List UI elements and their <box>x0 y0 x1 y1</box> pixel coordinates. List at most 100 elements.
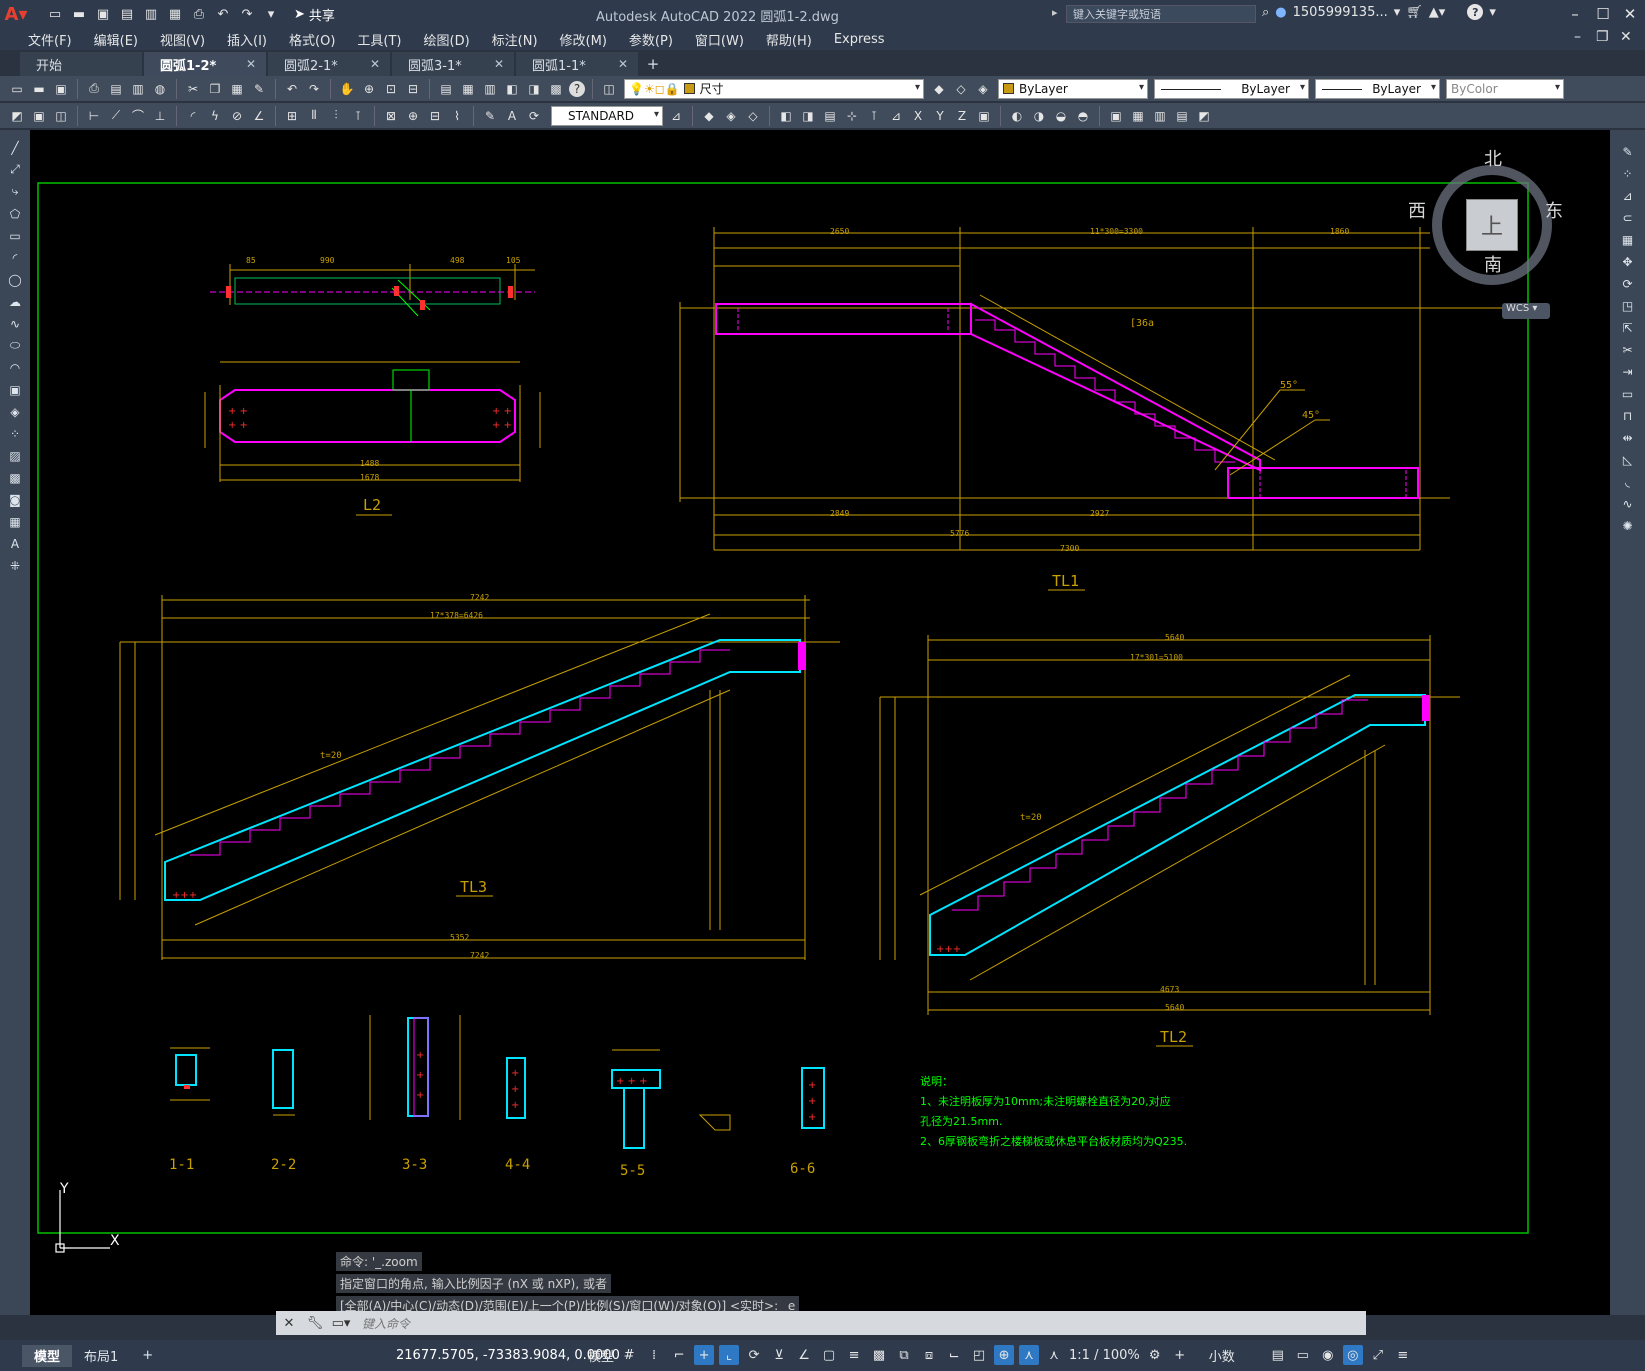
zoom-window-icon[interactable]: ⊡ <box>382 80 400 98</box>
erase-icon[interactable]: ✎ <box>1618 142 1638 161</box>
move-icon[interactable]: ✥ <box>1618 252 1638 271</box>
search-expand-icon[interactable]: ▸ <box>1052 6 1058 19</box>
customize-command-icon[interactable]: 🔧︎ <box>302 1316 328 1331</box>
insert-block-icon[interactable]: ▣ <box>5 380 25 399</box>
render-icon[interactable]: ◑ <box>1030 107 1048 125</box>
region-icon[interactable]: ◙ <box>5 490 25 509</box>
dimtedit-icon[interactable]: A <box>503 107 521 125</box>
radius-dim-icon[interactable]: ◜ <box>184 107 202 125</box>
viewport-convert-icon[interactable]: ◩ <box>1195 107 1213 125</box>
lineweight-combo[interactable]: ByLayer ▾ <box>1315 78 1440 99</box>
ordinate-dim-icon[interactable]: ⊥ <box>151 107 169 125</box>
mirror-icon[interactable]: ⊿ <box>1618 186 1638 205</box>
globe-icon[interactable]: ◍ <box>151 80 169 98</box>
markup-icon[interactable]: ◨ <box>525 80 543 98</box>
share-button[interactable]: ➤ 共享 <box>294 5 335 24</box>
snap-icon[interactable]: ⁞ <box>644 1345 664 1365</box>
help-dropdown-icon[interactable]: ▾ <box>1489 5 1496 20</box>
menu-dimension[interactable]: 标注(N) <box>481 30 549 49</box>
layer-manager-icon[interactable]: ◫ <box>600 80 618 98</box>
arc-length-icon[interactable]: ⌒ <box>129 107 147 125</box>
object-snap-tracking-icon[interactable]: ∠ <box>794 1345 814 1365</box>
ucs-object-icon[interactable]: ◨ <box>799 107 817 125</box>
ucs-icon[interactable]: ◆ <box>700 107 718 125</box>
make-block-icon[interactable]: ◈ <box>5 402 25 421</box>
compass-north[interactable]: 北 <box>1484 145 1502 171</box>
break-point-icon[interactable]: ▭ <box>1618 384 1638 403</box>
ucs-y-icon[interactable]: Y <box>931 107 949 125</box>
block-icon[interactable]: ▣ <box>30 107 48 125</box>
user-name[interactable]: 1505999135... <box>1293 5 1388 20</box>
zoom-realtime-icon[interactable]: ⊕ <box>360 80 378 98</box>
menu-window[interactable]: 窗口(W) <box>684 30 755 49</box>
user-dropdown-icon[interactable]: ▾ <box>1394 5 1401 20</box>
break-icon[interactable]: ⊓ <box>1618 406 1638 425</box>
viewcube-top-face[interactable]: 上 <box>1466 199 1518 251</box>
ellipse-arc-icon[interactable]: ◠ <box>5 358 25 377</box>
ucs-origin-icon[interactable]: ⊹ <box>843 107 861 125</box>
revcloud-icon[interactable]: ☁ <box>5 292 25 311</box>
ucs-view-icon[interactable]: ▤ <box>821 107 839 125</box>
chamfer-icon[interactable]: ◺ <box>1618 450 1638 469</box>
ellipse-icon[interactable]: ⬭ <box>5 336 25 355</box>
tab-close-icon[interactable]: ✕ <box>370 57 380 71</box>
app-menu-icon[interactable]: A ▾ <box>0 0 32 28</box>
mtext-icon[interactable]: A <box>5 534 25 553</box>
workspace-gear-icon[interactable]: ⚙ <box>1145 1345 1165 1365</box>
model-space-toggle[interactable]: 模型 <box>588 1346 614 1365</box>
new-icon[interactable]: ▭ <box>8 80 26 98</box>
stretch-icon[interactable]: ⇱ <box>1618 318 1638 337</box>
visual-style-icon[interactable]: ◒ <box>1052 107 1070 125</box>
tab-model[interactable]: 模型 <box>22 1344 73 1367</box>
menu-parametric[interactable]: 参数(P) <box>618 30 684 49</box>
dimstyle-manager-icon[interactable]: ⊿ <box>667 107 685 125</box>
array-icon[interactable]: ▦ <box>1618 230 1638 249</box>
plot-icon[interactable]: ⎙ <box>85 80 103 98</box>
ucs-3point-icon[interactable]: ⊿ <box>887 107 905 125</box>
viewport-clip-icon[interactable]: ▦ <box>1129 107 1147 125</box>
add-layout-button[interactable]: + <box>130 1345 165 1367</box>
tab-close-icon[interactable]: ✕ <box>246 57 256 71</box>
quick-properties-icon[interactable]: ▤ <box>1268 1345 1288 1365</box>
menu-format[interactable]: 格式(O) <box>278 30 346 49</box>
layers-icon[interactable]: ◫ <box>52 107 70 125</box>
spline-icon[interactable]: ∿ <box>5 314 25 333</box>
lock-ui-icon[interactable]: ▭ <box>1293 1345 1313 1365</box>
viewcube[interactable]: 上 北 南 东 西 <box>1408 145 1572 295</box>
isodraft-icon[interactable]: ⊻ <box>769 1345 789 1365</box>
save-icon[interactable]: ▣ <box>94 5 112 23</box>
paste-icon[interactable]: ▦ <box>228 80 246 98</box>
ucs-x-icon[interactable]: X <box>909 107 927 125</box>
selection-filter-icon[interactable]: ◰ <box>969 1345 989 1365</box>
ucs-apply-icon[interactable]: ▣ <box>975 107 993 125</box>
ucs-previous-icon[interactable]: ◇ <box>744 107 762 125</box>
plot-preview-icon[interactable]: ▦ <box>166 5 184 23</box>
annotation-scale[interactable]: 1:1 / 100% <box>1069 1348 1140 1363</box>
menu-insert[interactable]: 插入(I) <box>216 30 278 49</box>
trim-icon[interactable]: ✂ <box>1618 340 1638 359</box>
undo-icon[interactable]: ↶ <box>283 80 301 98</box>
linear-dim-icon[interactable]: ⊢ <box>85 107 103 125</box>
line-icon[interactable]: ╱ <box>5 138 25 157</box>
ucs-face-icon[interactable]: ◧ <box>777 107 795 125</box>
viewport-poly-icon[interactable]: ▤ <box>1173 107 1191 125</box>
menu-modify[interactable]: 修改(M) <box>549 30 618 49</box>
menu-draw[interactable]: 绘图(D) <box>413 30 481 49</box>
user-icon[interactable]: ● <box>1275 5 1286 20</box>
dynamic-ucs-icon[interactable]: ⌙ <box>944 1345 964 1365</box>
object-snap-icon[interactable]: ▢ <box>819 1345 839 1365</box>
autodesk-app-icon[interactable]: ▲▾ <box>1429 5 1446 20</box>
maximize-button[interactable]: ☐ <box>1590 3 1616 25</box>
dimedit-icon[interactable]: ✎ <box>481 107 499 125</box>
layer-states-icon[interactable]: ◈ <box>974 80 992 98</box>
dim-space-icon[interactable]: ⊺ <box>349 107 367 125</box>
polyline-icon[interactable]: ⤷ <box>5 182 25 201</box>
ucs-zaxis-icon[interactable]: ⊺ <box>865 107 883 125</box>
close-button[interactable]: ✕ <box>1617 3 1643 25</box>
layer-previous-icon[interactable]: ◇ <box>952 80 970 98</box>
jogged-dim-icon[interactable]: ϟ <box>206 107 224 125</box>
match-properties-icon[interactable]: ✎ <box>250 80 268 98</box>
fillet-icon[interactable]: ◟ <box>1618 472 1638 491</box>
tab-doc-1-1[interactable]: 圆弧1-1* ✕ <box>516 52 638 76</box>
units-toggle[interactable]: 小数 <box>1209 1346 1235 1365</box>
